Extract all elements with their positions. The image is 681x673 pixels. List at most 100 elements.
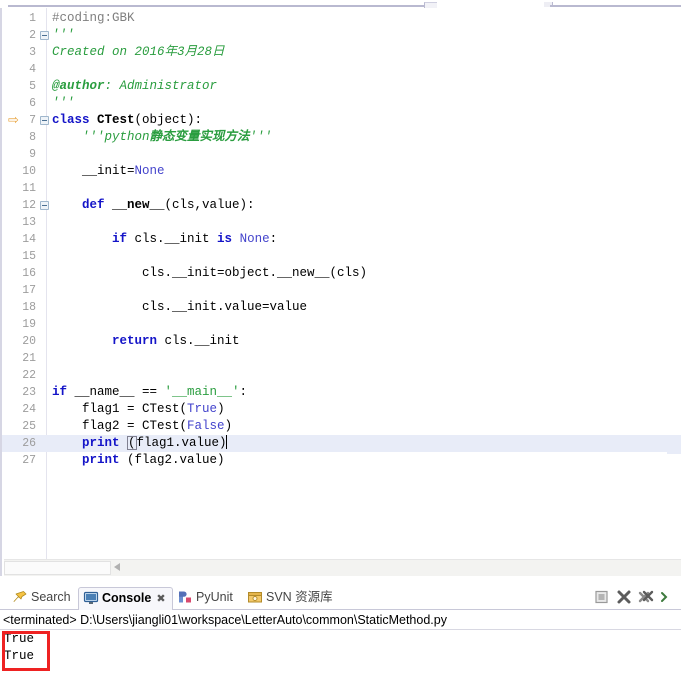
line-number: 10 (22, 165, 36, 178)
tab-console[interactable]: Console ✖ (78, 587, 173, 610)
code-token: : Administrator (104, 79, 218, 93)
code-line[interactable]: ⇨ 7 class CTest(object): (2, 112, 681, 129)
code-line[interactable]: 16 cls.__init=object.__new__(cls) (2, 265, 681, 282)
line-number: 14 (22, 233, 36, 246)
svn-repo-icon (247, 590, 263, 604)
code-line[interactable]: 25 flag2 = CTest(False) (2, 418, 681, 435)
code-line-text: class CTest(object): (52, 112, 202, 129)
code-lines-container[interactable]: 1 #coding:GBK 2 ''' 3 Created on 2016年3月28日 4 5… (2, 10, 681, 469)
tab-label: SVN 资源库 (266, 590, 333, 604)
code-line-text: if cls.__init is None: (52, 231, 277, 248)
code-token: if (112, 232, 135, 246)
console-toolbar[interactable] (589, 588, 677, 606)
code-line-text: __init=None (52, 163, 165, 180)
code-line-text: print (flag1.value) (52, 435, 227, 452)
code-line[interactable]: 21 (2, 350, 681, 367)
code-token: None (134, 164, 165, 178)
pyunit-icon (177, 590, 193, 604)
code-token: if (52, 385, 75, 399)
tab-label: PyUnit (196, 590, 233, 604)
code-line[interactable]: 20 return cls.__init (2, 333, 681, 350)
text-caret (225, 435, 227, 449)
code-line[interactable]: 14 if cls.__init is None: (2, 231, 681, 248)
tab-label: Search (31, 590, 71, 604)
code-line[interactable]: 27 print (flag2.value) (2, 452, 681, 469)
code-line[interactable]: 6 ''' (2, 95, 681, 112)
line-number: 2 (29, 29, 36, 42)
code-token: __new__ (112, 198, 165, 212)
console-process-label: <terminated> D:\Users\jiangli01\workspac… (0, 611, 681, 630)
line-number: 24 (22, 403, 36, 416)
code-line[interactable]: 2 ''' (2, 27, 681, 44)
code-line[interactable]: 24 flag1 = CTest(True) (2, 401, 681, 418)
code-line[interactable]: 15 (2, 248, 681, 265)
code-line[interactable]: 23 if __name__ == '__main__': (2, 384, 681, 401)
line-number: 21 (22, 352, 36, 365)
code-token: is (217, 232, 240, 246)
line-number: 22 (22, 369, 36, 382)
code-token: cls.__init (164, 334, 240, 348)
scrollbar-thumb[interactable] (4, 561, 111, 575)
code-token: Created on 2016年3月28日 (52, 45, 225, 59)
line-number: 20 (22, 335, 36, 348)
code-fold-collapse-icon[interactable] (40, 201, 49, 210)
code-line[interactable]: 8 '''python静态变量实现方法''' (2, 129, 681, 146)
code-token: (flag2.value) (127, 453, 225, 467)
code-line-text: cls.__init=object.__new__(cls) (52, 265, 367, 282)
line-number: 9 (29, 148, 36, 161)
code-token: def (82, 198, 113, 212)
code-token: cls.__init (134, 232, 218, 246)
code-line-text: ''' (52, 95, 75, 112)
code-line[interactable]: 17 (2, 282, 681, 299)
code-token: __init= (82, 164, 135, 178)
code-line[interactable]: 11 (2, 180, 681, 197)
code-line[interactable]: 1 #coding:GBK (2, 10, 681, 27)
code-line[interactable]: 9 (2, 146, 681, 163)
code-token: return (112, 334, 165, 348)
remove-all-terminated-icon[interactable] (637, 588, 655, 606)
scrollbar-arrow-icon[interactable] (114, 563, 120, 571)
bottom-panel-tabbar[interactable]: Search Console ✖ PyUnit SVN 资源库 (0, 584, 681, 610)
line-number: 17 (22, 284, 36, 297)
console-icon (83, 591, 99, 605)
code-line[interactable]: 13 (2, 214, 681, 231)
code-line[interactable]: 5 @author: Administrator (2, 78, 681, 95)
code-line[interactable]: 26 print (flag1.value) (2, 435, 681, 452)
code-line[interactable]: 3 Created on 2016年3月28日 (2, 44, 681, 61)
terminate-icon[interactable] (615, 588, 633, 606)
code-fold-collapse-icon[interactable] (40, 116, 49, 125)
code-line[interactable]: 12 def __new__(cls,value): (2, 197, 681, 214)
code-line[interactable]: 19 (2, 316, 681, 333)
editor-horizontal-scrollbar[interactable] (4, 559, 681, 576)
code-token: ( (127, 436, 137, 450)
tab-search[interactable]: Search (8, 587, 77, 609)
tab-pyunit[interactable]: PyUnit (173, 587, 239, 609)
tab-label: Console (102, 591, 152, 605)
line-number: 11 (22, 182, 36, 195)
code-line-text: cls.__init.value=value (52, 299, 307, 316)
tab-close-icon[interactable]: ✖ (156, 588, 165, 609)
code-token: '__main__' (164, 385, 240, 399)
code-line[interactable]: 18 cls.__init.value=value (2, 299, 681, 316)
code-token: : (239, 385, 248, 399)
tab-strip-line-left (8, 5, 432, 7)
code-token: cls.__init=object.__new__(cls) (142, 266, 368, 280)
code-line-text: def __new__(cls,value): (52, 197, 255, 214)
code-line[interactable]: 4 (2, 61, 681, 78)
line-number: 25 (22, 420, 36, 433)
line-number: 19 (22, 318, 36, 331)
code-token: flag2 = CTest( (82, 419, 188, 433)
console-output-area[interactable]: True True (0, 631, 681, 673)
tab-svn[interactable]: SVN 资源库 (243, 587, 339, 609)
code-line-text: flag2 = CTest(False) (52, 418, 232, 435)
code-editor[interactable]: 1 #coding:GBK 2 ''' 3 Created on 2016年3月28日 4 5… (0, 8, 681, 576)
code-fold-collapse-icon[interactable] (40, 31, 49, 40)
code-line[interactable]: 10 __init=None (2, 163, 681, 180)
more-icon[interactable] (659, 588, 677, 606)
code-token: ) (224, 419, 233, 433)
code-token: False (187, 419, 225, 433)
code-token: (object): (134, 113, 203, 127)
scroll-lock-icon[interactable] (593, 588, 611, 606)
code-line[interactable]: 22 (2, 367, 681, 384)
line-number: 12 (22, 199, 36, 212)
